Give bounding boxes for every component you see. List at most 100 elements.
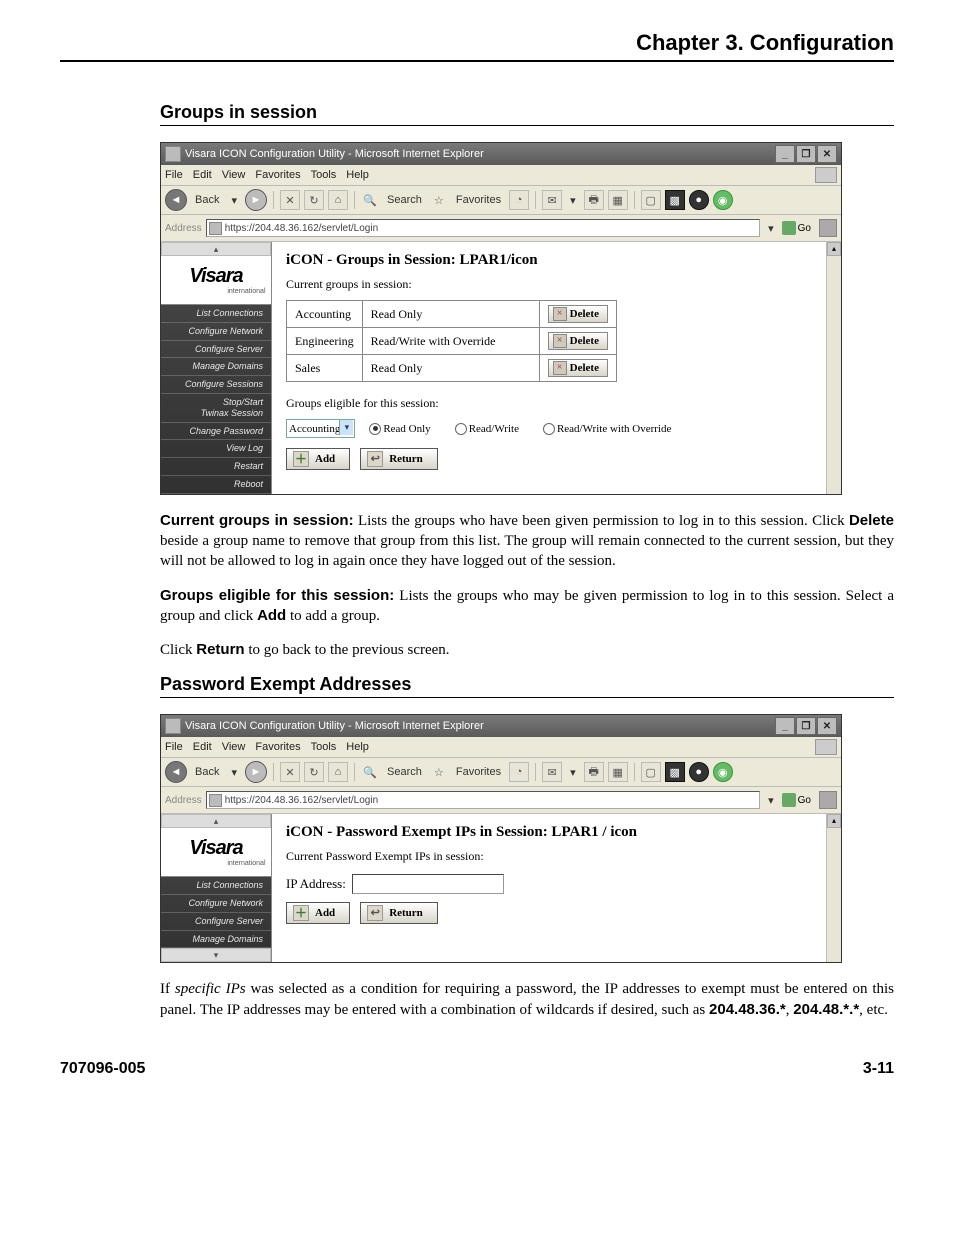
- toolbar-extra-4[interactable]: ◉: [713, 762, 733, 782]
- window-restore-button[interactable]: ❐: [796, 145, 816, 163]
- search-icon[interactable]: 🔍: [361, 763, 379, 781]
- favorites-label[interactable]: Favorites: [452, 763, 505, 781]
- back-label[interactable]: Back: [191, 191, 223, 209]
- nav-manage-domains[interactable]: Manage Domains: [161, 931, 271, 949]
- search-label[interactable]: Search: [383, 763, 426, 781]
- radio-read-only[interactable]: Read Only: [369, 423, 430, 435]
- stop-button[interactable]: ✕: [280, 190, 300, 210]
- window-minimize-button[interactable]: _: [775, 717, 795, 735]
- mail-button[interactable]: ✉: [542, 190, 562, 210]
- back-button[interactable]: ◄: [165, 189, 187, 211]
- menu-edit[interactable]: Edit: [193, 741, 212, 753]
- delete-button[interactable]: × Delete: [548, 332, 608, 350]
- content-scrollbar[interactable]: ▴: [826, 814, 841, 962]
- toolbar-extra-1[interactable]: ▢: [641, 762, 661, 782]
- menu-file[interactable]: File: [165, 169, 183, 181]
- address-dropdown-icon[interactable]: ▾: [764, 219, 778, 237]
- forward-button[interactable]: ►: [245, 189, 267, 211]
- forward-button[interactable]: ►: [245, 761, 267, 783]
- radio-read-write[interactable]: Read/Write: [455, 423, 519, 435]
- mail-button[interactable]: ✉: [542, 762, 562, 782]
- back-label[interactable]: Back: [191, 763, 223, 781]
- toolbar-extra-2[interactable]: ▩: [665, 190, 685, 210]
- nav-configure-sessions[interactable]: Configure Sessions: [161, 376, 271, 394]
- nav-configure-network[interactable]: Configure Network: [161, 895, 271, 913]
- menu-tools[interactable]: Tools: [311, 741, 337, 753]
- window-restore-button[interactable]: ❐: [796, 717, 816, 735]
- nav-reboot[interactable]: Reboot: [161, 476, 271, 494]
- sidebar-scroll-up[interactable]: ▴: [161, 814, 271, 828]
- window-minimize-button[interactable]: _: [775, 145, 795, 163]
- nav-stop-start-twinax[interactable]: Stop/Start Twinax Session: [161, 394, 271, 423]
- refresh-button[interactable]: ↻: [304, 190, 324, 210]
- mail-dropdown-icon[interactable]: ▾: [566, 191, 580, 209]
- address-dropdown-icon[interactable]: ▾: [764, 791, 778, 809]
- add-button[interactable]: ＋ Add: [286, 902, 350, 924]
- history-button[interactable]: ◔: [509, 190, 529, 210]
- toolbar-extra-1[interactable]: ▢: [641, 190, 661, 210]
- refresh-button[interactable]: ↻: [304, 762, 324, 782]
- toolbar-extra-4[interactable]: ◉: [713, 190, 733, 210]
- nav-list-connections[interactable]: List Connections: [161, 877, 271, 895]
- content-scrollbar[interactable]: ▴: [826, 242, 841, 494]
- menu-tools[interactable]: Tools: [311, 169, 337, 181]
- edit-button[interactable]: ▦: [608, 190, 628, 210]
- toolbar-extra-3[interactable]: ●: [689, 190, 709, 210]
- favorites-icon[interactable]: ☆: [430, 191, 448, 209]
- stop-button[interactable]: ✕: [280, 762, 300, 782]
- return-button[interactable]: ↩ Return: [360, 902, 438, 924]
- links-icon[interactable]: [819, 219, 837, 237]
- delete-button[interactable]: × Delete: [548, 305, 608, 323]
- window-close-button[interactable]: ✕: [817, 717, 837, 735]
- menu-file[interactable]: File: [165, 741, 183, 753]
- search-icon[interactable]: 🔍: [361, 191, 379, 209]
- nav-view-log[interactable]: View Log: [161, 440, 271, 458]
- address-input[interactable]: https://204.48.36.162/servlet/Login: [206, 791, 760, 809]
- mail-dropdown-icon[interactable]: ▾: [566, 763, 580, 781]
- back-dropdown-icon[interactable]: ▾: [227, 763, 241, 781]
- toolbar-extra-3[interactable]: ●: [689, 762, 709, 782]
- search-label[interactable]: Search: [383, 191, 426, 209]
- nav-restart[interactable]: Restart: [161, 458, 271, 476]
- favorites-label[interactable]: Favorites: [452, 191, 505, 209]
- menu-favorites[interactable]: Favorites: [255, 169, 300, 181]
- favorites-icon[interactable]: ☆: [430, 763, 448, 781]
- back-dropdown-icon[interactable]: ▾: [227, 191, 241, 209]
- return-button[interactable]: ↩ Return: [360, 448, 438, 470]
- menu-favorites[interactable]: Favorites: [255, 741, 300, 753]
- sidebar-scroll-down[interactable]: ▾: [161, 948, 271, 962]
- print-button[interactable]: 🖶: [584, 190, 604, 210]
- delete-button[interactable]: × Delete: [548, 359, 608, 377]
- menu-help[interactable]: Help: [346, 169, 369, 181]
- nav-change-password[interactable]: Change Password: [161, 423, 271, 441]
- menu-help[interactable]: Help: [346, 741, 369, 753]
- home-button[interactable]: ⌂: [328, 762, 348, 782]
- home-button[interactable]: ⌂: [328, 190, 348, 210]
- sidebar-scroll-up[interactable]: ▴: [161, 242, 271, 256]
- history-button[interactable]: ◔: [509, 762, 529, 782]
- radio-read-write-override[interactable]: Read/Write with Override: [543, 423, 671, 435]
- menu-view[interactable]: View: [222, 741, 246, 753]
- nav-configure-server[interactable]: Configure Server: [161, 341, 271, 359]
- window-close-button[interactable]: ✕: [817, 145, 837, 163]
- add-button[interactable]: ＋ Add: [286, 448, 350, 470]
- scroll-up-icon[interactable]: ▴: [827, 242, 841, 256]
- print-button[interactable]: 🖶: [584, 762, 604, 782]
- links-icon[interactable]: [819, 791, 837, 809]
- scroll-up-icon[interactable]: ▴: [827, 814, 841, 828]
- nav-manage-domains[interactable]: Manage Domains: [161, 358, 271, 376]
- address-input[interactable]: https://204.48.36.162/servlet/Login: [206, 219, 760, 237]
- go-button[interactable]: Go: [782, 221, 811, 235]
- ip-address-input[interactable]: [352, 874, 504, 894]
- go-button[interactable]: Go: [782, 793, 811, 807]
- menu-edit[interactable]: Edit: [193, 169, 212, 181]
- eligible-group-select[interactable]: Accounting: [286, 419, 355, 438]
- back-button[interactable]: ◄: [165, 761, 187, 783]
- ie-throbber-icon: [815, 739, 837, 755]
- nav-configure-server[interactable]: Configure Server: [161, 913, 271, 931]
- nav-list-connections[interactable]: List Connections: [161, 305, 271, 323]
- nav-configure-network[interactable]: Configure Network: [161, 323, 271, 341]
- toolbar-extra-2[interactable]: ▩: [665, 762, 685, 782]
- edit-button[interactable]: ▦: [608, 762, 628, 782]
- menu-view[interactable]: View: [222, 169, 246, 181]
